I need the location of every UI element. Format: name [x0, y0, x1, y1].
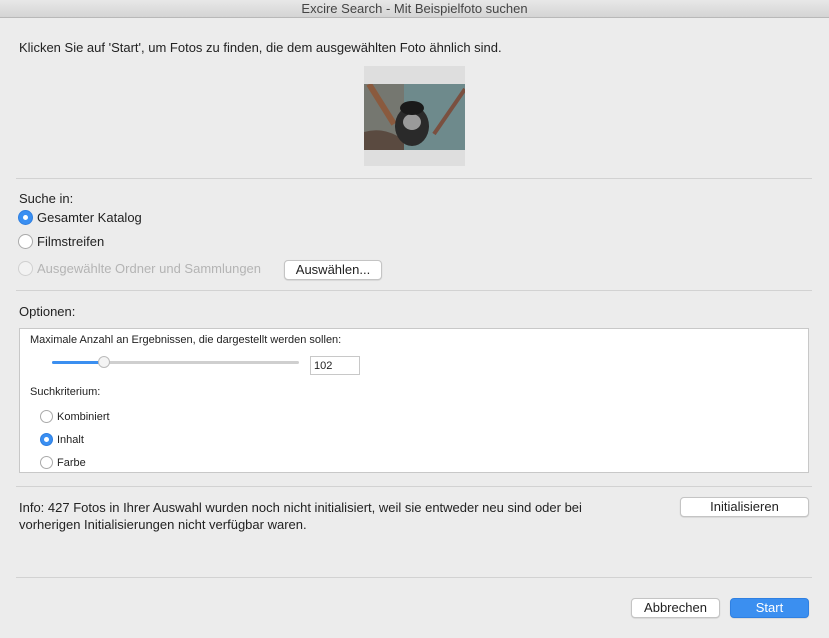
start-button[interactable]: Start: [730, 598, 809, 618]
radio-inhalt[interactable]: Inhalt: [40, 433, 84, 446]
divider: [16, 290, 812, 291]
radio-icon[interactable]: [18, 234, 33, 249]
cancel-button[interactable]: Abbrechen: [631, 598, 720, 618]
radio-disabled-icon: [18, 261, 33, 276]
info-line: vorherigen Initialisierungen nicht verfü…: [19, 517, 307, 532]
radio-label: Kombiniert: [57, 410, 110, 423]
info-line: Info: 427 Fotos in Ihrer Auswahl wurden …: [19, 500, 582, 515]
options-label: Optionen:: [19, 304, 76, 319]
sample-photo: [364, 84, 465, 150]
radio-label: Filmstreifen: [37, 234, 105, 249]
info-text: Info: 427 Fotos in Ihrer Auswahl wurden …: [19, 499, 582, 533]
radio-gesamter-katalog[interactable]: Gesamter Katalog: [18, 210, 142, 225]
slider-knob[interactable]: [97, 356, 110, 368]
select-folders-button[interactable]: Auswählen...: [284, 260, 382, 280]
search-in-label: Suche in:: [19, 191, 74, 206]
criterion-label: Suchkriterium:: [30, 386, 101, 398]
title-bar: Excire Search - Mit Beispielfoto suchen: [0, 0, 829, 18]
radio-label: Gesamter Katalog: [37, 210, 142, 225]
instruction-text: Klicken Sie auf 'Start', um Fotos zu fin…: [19, 40, 502, 55]
radio-selected-icon[interactable]: [40, 433, 53, 446]
radio-kombiniert[interactable]: Kombiniert: [40, 410, 110, 423]
radio-ausgewaehlte-ordner: Ausgewählte Ordner und Sammlungen: [18, 261, 261, 276]
radio-label: Farbe: [57, 456, 86, 469]
radio-filmstreifen[interactable]: Filmstreifen: [18, 234, 104, 249]
radio-farbe[interactable]: Farbe: [40, 456, 86, 469]
max-results-input[interactable]: 102: [310, 356, 360, 375]
initialize-button[interactable]: Initialisieren: [680, 497, 809, 517]
max-results-slider[interactable]: [52, 356, 299, 368]
max-results-label: Maximale Anzahl an Ergebnissen, die darg…: [30, 334, 342, 346]
radio-label: Inhalt: [57, 433, 84, 446]
options-panel: Maximale Anzahl an Ergebnissen, die darg…: [19, 328, 809, 473]
divider: [16, 178, 812, 179]
divider: [16, 577, 812, 578]
radio-label: Ausgewählte Ordner und Sammlungen: [37, 261, 262, 276]
slider-fill: [52, 361, 104, 364]
divider: [16, 486, 812, 487]
radio-icon[interactable]: [40, 456, 53, 469]
sample-photo-frame: [364, 66, 465, 166]
radio-icon[interactable]: [40, 410, 53, 423]
radio-selected-icon[interactable]: [18, 210, 33, 225]
